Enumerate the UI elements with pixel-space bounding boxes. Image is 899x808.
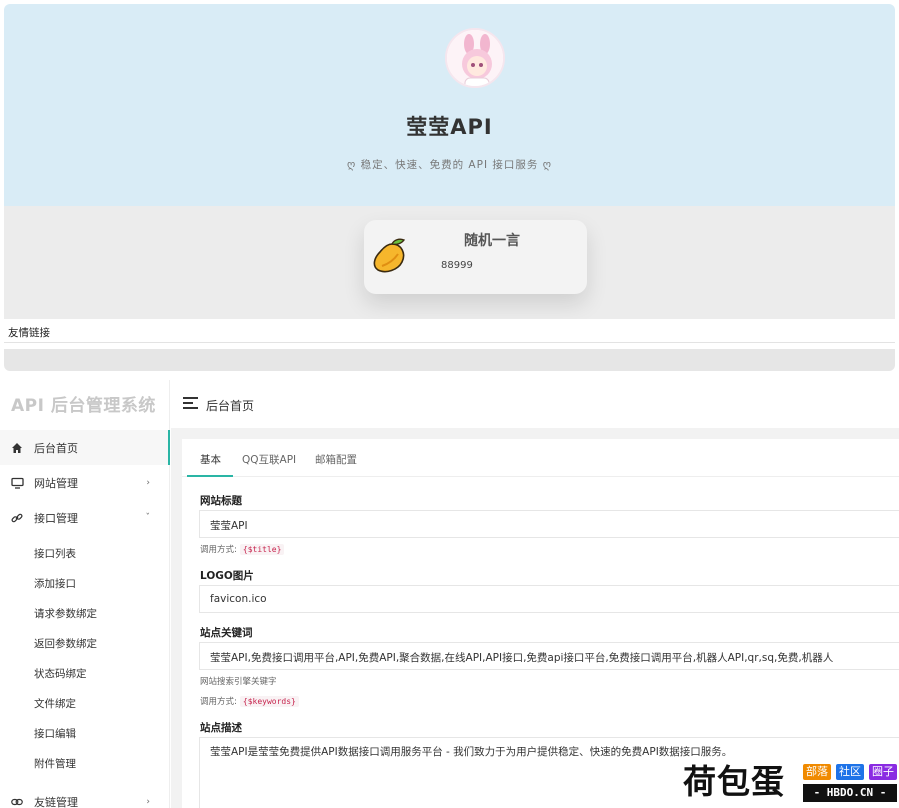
keywords-label: 站点关键词 (200, 627, 253, 639)
settings-panel: 基本 QQ互联API 邮箱配置 网站标题 莹莹API 调用方式: {$title}… (182, 439, 899, 808)
site-title: 莹莹API (406, 115, 493, 139)
sidebar-item-label: 接口管理 (34, 511, 78, 525)
sidebar-subitem-api-list[interactable]: 接口列表 (0, 538, 170, 568)
sidebar-subitem-return-params[interactable]: 返回参数绑定 (0, 628, 170, 658)
link-icon (10, 795, 24, 808)
call-method-label: 调用方式: (200, 697, 237, 707)
site-hero: 莹莹API ღ 稳定、快速、免费的 API 接口服务 ღ (4, 4, 895, 206)
sidebar-item-label: 后台首页 (34, 441, 78, 455)
description-label: 站点描述 (200, 722, 242, 734)
site-title-label: 网站标题 (200, 495, 242, 507)
sidebar-subitem-attachments[interactable]: 附件管理 (0, 748, 170, 778)
link-icon (10, 511, 24, 525)
site-title-call-hint: 调用方式: {$title} (200, 543, 285, 555)
sidebar-item-label: 网站管理 (34, 476, 78, 490)
settings-tabs: 基本 QQ互联API 邮箱配置 (182, 439, 899, 477)
call-method-label: 调用方式: (200, 545, 237, 555)
sidebar-subitem-label: 状态码绑定 (34, 667, 87, 680)
keywords-template-code: {$keywords} (239, 696, 299, 707)
sidebar-subitem-label: 请求参数绑定 (34, 607, 97, 620)
watermark-tag-community: 社区 (836, 764, 864, 780)
mango-icon (373, 238, 406, 273)
logo-input[interactable]: favicon.ico (199, 585, 899, 613)
sidebar-item-site-management[interactable]: 网站管理 › (0, 465, 170, 500)
admin-sidebar: API 后台管理系统 后台首页 网站管理 › 接口管理 ˇ 接口列表 添加接口 … (0, 380, 170, 808)
home-icon (10, 441, 24, 455)
sidebar-subitem-label: 文件绑定 (34, 697, 76, 710)
keywords-call-hint: 调用方式: {$keywords} (200, 695, 299, 707)
friend-links-label: 友情链接 (8, 327, 50, 339)
watermark-text: 荷包蛋 (683, 762, 785, 801)
menu-toggle-icon[interactable] (183, 397, 198, 412)
quote-title: 随机一言 (464, 233, 520, 249)
screenshot-frame: 莹莹API ღ 稳定、快速、免费的 API 接口服务 ღ 随机一言 88999 … (0, 0, 899, 808)
sidebar-subitem-label: 附件管理 (34, 757, 76, 770)
active-tab-indicator (187, 475, 233, 477)
title-template-code: {$title} (239, 544, 285, 555)
site-avatar (445, 28, 505, 88)
sidebar-subitem-api-edit[interactable]: 接口编辑 (0, 718, 170, 748)
keywords-hint: 网站搜索引擎关键字 (200, 677, 277, 687)
chevron-right-icon: › (146, 796, 150, 807)
sidebar-subitem-request-params[interactable]: 请求参数绑定 (0, 598, 170, 628)
site-subtitle: ღ 稳定、快速、免费的 API 接口服务 ღ (347, 159, 552, 171)
preview-footer-band (4, 349, 895, 371)
hbdo-watermark: 荷包蛋 部落 社区 圈子 - HBDO.CN - (683, 762, 897, 804)
watermark-tag-circle: 圈子 (869, 764, 897, 780)
sidebar-item-dashboard[interactable]: 后台首页 (0, 430, 170, 465)
sidebar-item-label: 友链管理 (34, 795, 78, 808)
sidebar-nav: 后台首页 网站管理 › 接口管理 ˇ 接口列表 添加接口 请求参数绑定 返回参数… (0, 430, 170, 808)
sidebar-subitem-add-api[interactable]: 添加接口 (0, 568, 170, 598)
chevron-right-icon: › (146, 477, 150, 488)
tab-qq-connect[interactable]: QQ互联API (242, 452, 296, 467)
admin-brand: API 后台管理系统 (11, 396, 156, 416)
quote-text: 88999 (441, 260, 473, 271)
watermark-tag-tribe: 部落 (803, 764, 831, 780)
tab-basic[interactable]: 基本 (200, 452, 221, 467)
sidebar-subitem-label: 添加接口 (34, 577, 76, 590)
tab-mail-config[interactable]: 邮箱配置 (315, 452, 357, 467)
sidebar-subitem-file-binding[interactable]: 文件绑定 (0, 688, 170, 718)
logo-label: LOGO图片 (200, 570, 254, 582)
page-title: 后台首页 (206, 399, 255, 413)
site-title-input[interactable]: 莹莹API (199, 510, 899, 538)
random-quote-card: 随机一言 88999 (364, 220, 587, 294)
chevron-down-icon: ˇ (145, 512, 151, 523)
friend-links-bar: 友情链接 (4, 319, 895, 343)
sidebar-item-friend-links[interactable]: 友链管理 › (0, 784, 170, 808)
keywords-input[interactable]: 莹莹API,免费接口调用平台,API,免费API,聚合数据,在线API,API接… (199, 642, 899, 670)
watermark-url: - HBDO.CN - (803, 784, 897, 802)
sidebar-subitem-status-codes[interactable]: 状态码绑定 (0, 658, 170, 688)
sidebar-subitem-label: 接口列表 (34, 547, 76, 560)
sidebar-item-api-management[interactable]: 接口管理 ˇ (0, 500, 170, 535)
monitor-icon (10, 476, 24, 490)
sidebar-subitem-label: 接口编辑 (34, 727, 76, 740)
sidebar-subitem-label: 返回参数绑定 (34, 637, 97, 650)
admin-topbar: 后台首页 (171, 380, 899, 428)
